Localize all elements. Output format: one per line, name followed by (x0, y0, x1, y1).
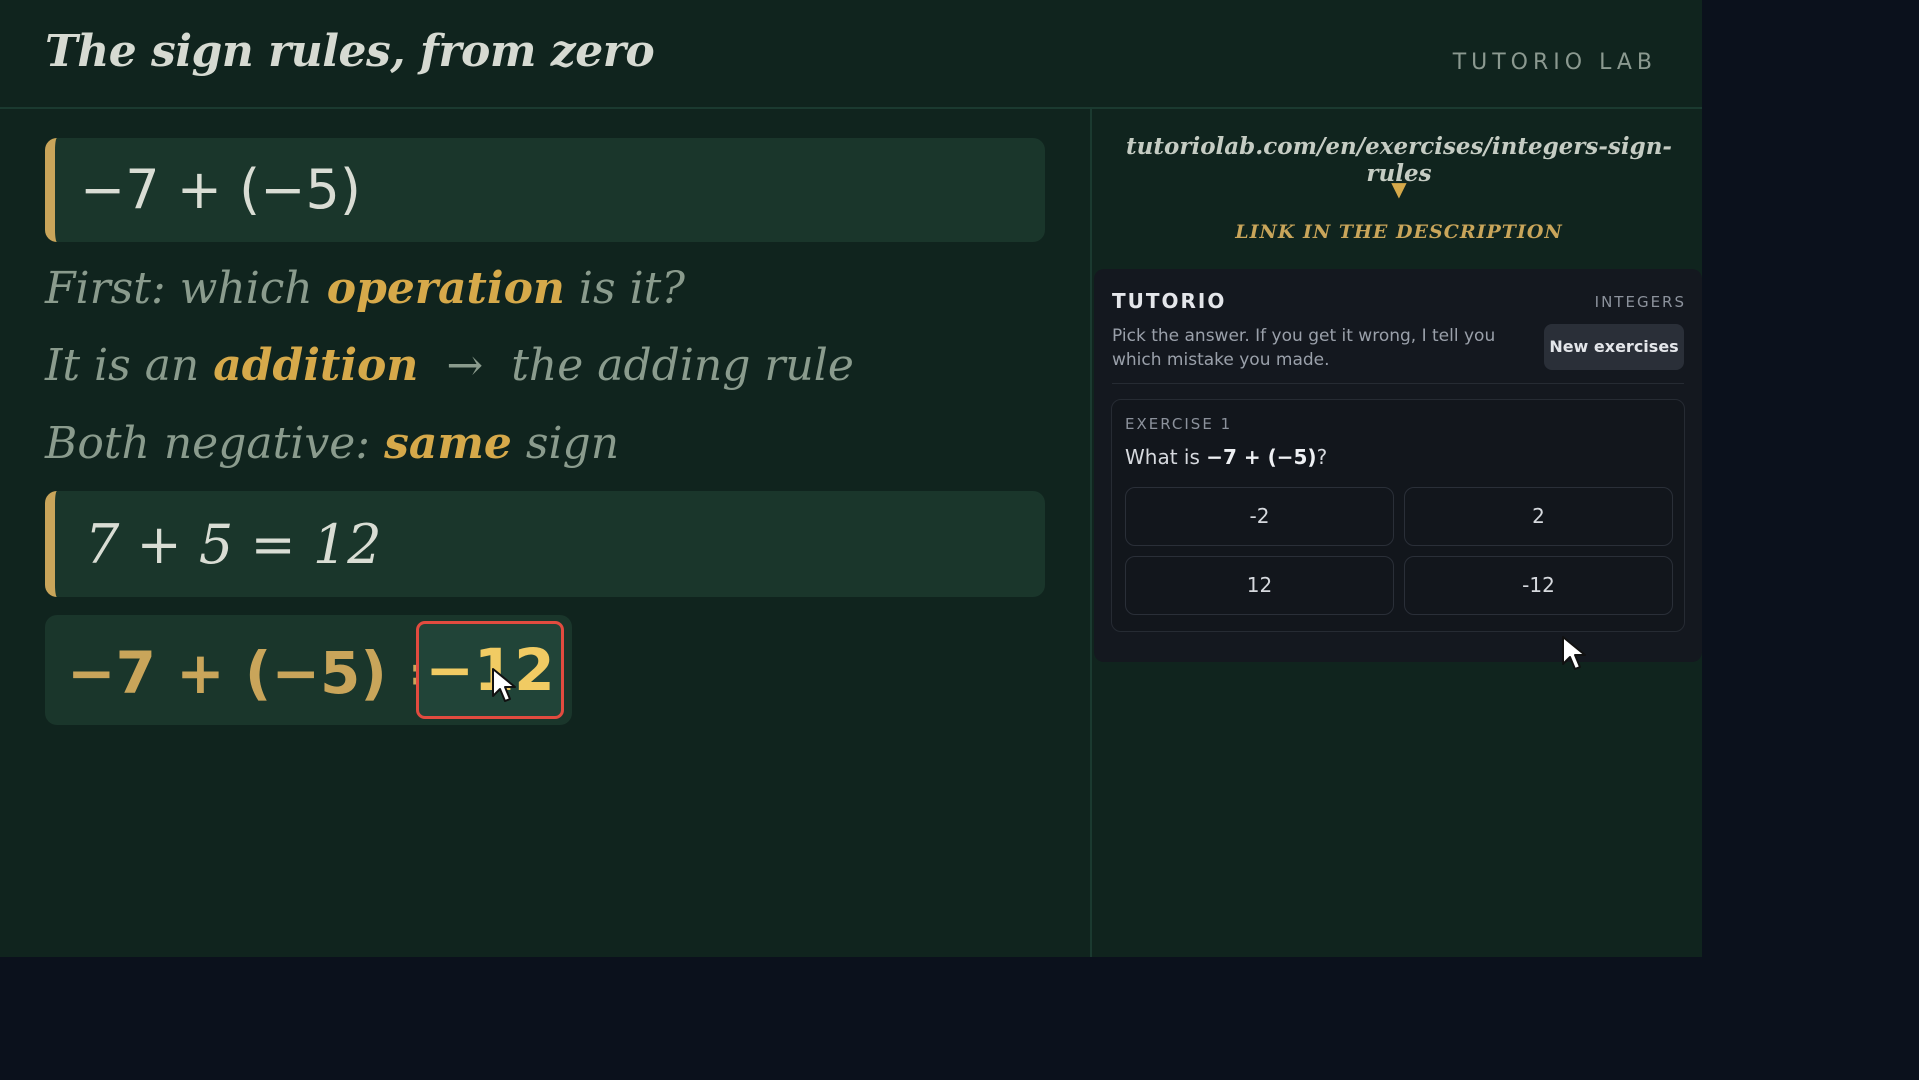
step-text: sign (511, 418, 620, 469)
down-arrow-icon: ▼ (1391, 177, 1407, 201)
step-text: It is an (45, 340, 214, 391)
exercise-widget: TUTORIO INTEGERS Pick the answer. If you… (1094, 269, 1702, 662)
widget-separator (1112, 383, 1684, 384)
expression-text: −7 + (−5) (80, 158, 361, 221)
answer-expression: −7 + (−5) = (67, 639, 456, 707)
step-text: is it? (564, 263, 685, 314)
expression-box: −7 + (−5) (45, 138, 1045, 242)
question-prefix: What is (1125, 445, 1207, 469)
chalkboard-video: The sign rules, from zero TUTORIO LAB −7… (0, 0, 1702, 957)
new-exercises-button[interactable]: New exercises (1544, 324, 1684, 370)
answer-option[interactable]: -12 (1404, 556, 1673, 615)
step-line-sign: Both negative: same sign (45, 418, 619, 469)
widget-topic: INTEGERS (1594, 293, 1686, 311)
step-text: Both negative: (45, 418, 385, 469)
sum-box: 7 + 5 = 12 (45, 491, 1045, 597)
video-title: The sign rules, from zero (45, 26, 655, 77)
exercise-label: EXERCISE 1 (1125, 415, 1233, 433)
step-highlight: addition (213, 340, 419, 391)
sum-text: 7 + 5 = 12 (85, 513, 382, 576)
panel-divider (1090, 109, 1092, 957)
step-text: First: which (45, 263, 327, 314)
answer-option[interactable]: 12 (1125, 556, 1394, 615)
brand-label: TUTORIO LAB (1452, 50, 1657, 75)
exercise-question: What is −7 + (−5)? (1125, 445, 1327, 469)
mouse-cursor-icon (492, 668, 516, 702)
mouse-cursor-icon (1562, 636, 1586, 670)
step-text: → the adding rule (418, 340, 854, 391)
link-caption: LINK IN THE DESCRIPTION (1235, 221, 1563, 243)
step-line-addition: It is an addition → the adding rule (45, 340, 854, 391)
video-header: The sign rules, from zero TUTORIO LAB (0, 0, 1702, 109)
exercise-card: EXERCISE 1 What is −7 + (−5)? -2 2 12 -1… (1111, 399, 1685, 632)
question-expression: −7 + (−5) (1206, 445, 1317, 469)
question-suffix: ? (1316, 445, 1328, 469)
answer-option[interactable]: -2 (1125, 487, 1394, 546)
answer-option[interactable]: 2 (1404, 487, 1673, 546)
step-highlight: same (384, 418, 512, 469)
widget-brand: TUTORIO (1112, 289, 1227, 313)
answer-result: −12 (416, 621, 564, 719)
widget-description: Pick the answer. If you get it wrong, I … (1112, 326, 1496, 370)
step-highlight: operation (326, 263, 565, 314)
step-line-operation: First: which operation is it? (45, 263, 685, 314)
